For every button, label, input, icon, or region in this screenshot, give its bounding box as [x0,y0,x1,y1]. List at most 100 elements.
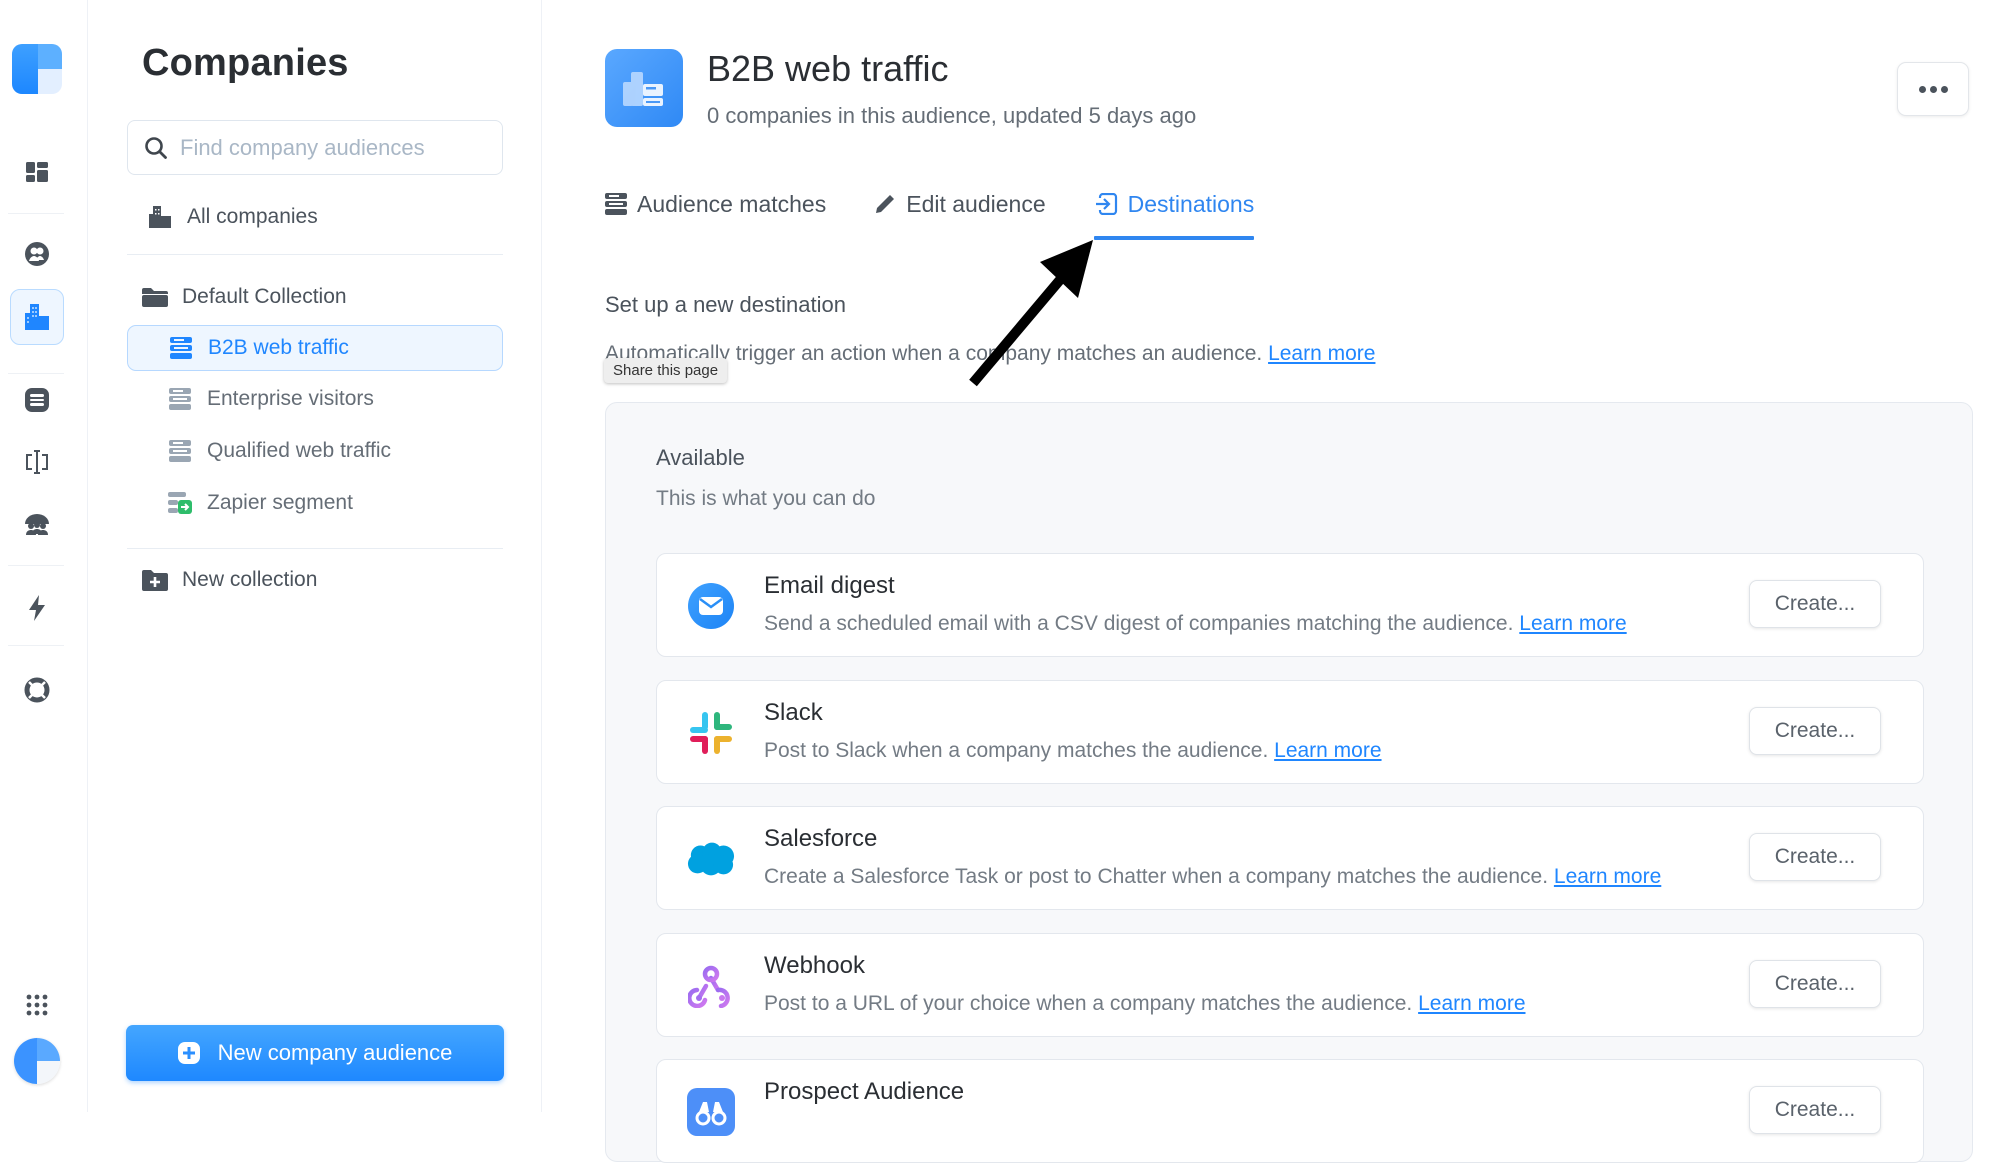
new-collection-button[interactable]: New collection [127,557,503,603]
learn-more-link[interactable]: Learn more [1519,612,1626,635]
audience-list-icon [167,440,193,462]
page-subtitle: 0 companies in this audience, updated 5 … [707,103,1197,128]
rail-divider [8,645,64,646]
search-icon [145,136,167,159]
tab-label: Edit audience [906,190,1046,217]
slack-icon [687,709,735,757]
create-email-digest-button[interactable]: Create... [1749,580,1881,628]
segments-icon[interactable] [18,381,56,419]
new-collection-label: New collection [182,568,318,591]
pencil-icon [874,193,896,215]
available-subtitle: This is what you can do [656,487,876,510]
destination-card-prospect-audience: Prospect Audience Create... [656,1059,1924,1163]
main-content: B2B web traffic 0 companies in this audi… [542,0,1999,1163]
panel-title: Companies [142,42,349,84]
search-input[interactable] [180,134,480,161]
salesforce-icon [687,835,735,883]
learn-more-link[interactable]: Learn more [1268,342,1375,365]
tab-label: Audience matches [637,190,827,217]
folder-plus-icon [142,569,168,591]
tab-audience-matches[interactable]: Audience matches [605,185,826,223]
create-prospect-audience-button[interactable]: Create... [1749,1086,1881,1134]
more-dot-icon [1940,85,1948,93]
companies-panel: Companies All companies Default Collecti… [88,0,542,1112]
destination-description-text: Post to Slack when a company matches the… [764,739,1269,762]
tab-label: Destinations [1127,190,1255,217]
user-avatar[interactable] [14,1038,60,1084]
collection-default[interactable]: Default Collection [127,274,503,320]
panel-divider [127,548,503,549]
binoculars-icon [687,1088,735,1136]
destination-description-text: Post to a URL of your choice when a comp… [764,992,1413,1015]
available-title: Available [656,445,745,470]
zapier-segment-icon [167,492,193,514]
panel-divider [127,254,503,255]
destination-title: Slack [764,699,823,726]
destination-description: Post to Slack when a company matches the… [764,739,1382,763]
dashboard-icon[interactable] [18,153,56,191]
audience-item-zapier-segment[interactable]: Zapier segment [127,480,503,526]
destination-description: Post to a URL of your choice when a comp… [764,992,1526,1016]
folder-icon [142,287,168,307]
nav-all-companies[interactable]: All companies [127,194,503,240]
destination-description-text: Create a Salesforce Task or post to Chat… [764,865,1549,888]
building-icon [147,206,173,228]
more-actions-button[interactable] [1897,62,1969,116]
create-webhook-button[interactable]: Create... [1749,960,1881,1008]
app-logo[interactable] [12,44,62,94]
audience-item-qualified-web-traffic[interactable]: Qualified web traffic [127,428,503,474]
destination-title: Salesforce [764,825,878,852]
audience-list-icon [167,388,193,410]
webhook-icon [687,962,735,1010]
app-rail [0,0,88,1112]
companies-icon[interactable] [10,289,64,345]
available-destinations-panel: Available This is what you can do Email … [605,402,1973,1163]
learn-more-link[interactable]: Learn more [1554,865,1661,888]
lifebuoy-icon[interactable] [18,671,56,709]
search-box[interactable] [127,120,503,175]
create-salesforce-button[interactable]: Create... [1749,833,1881,881]
list-icon [605,193,627,215]
create-slack-button[interactable]: Create... [1749,707,1881,755]
audience-label: Enterprise visitors [207,387,374,410]
destination-card-webhook: Webhook Post to a URL of your choice whe… [656,933,1924,1037]
plus-icon [177,1042,200,1064]
rail-divider [8,213,64,214]
destination-icon [1094,193,1118,215]
audience-label: Qualified web traffic [207,439,392,462]
team-icon[interactable] [18,505,56,543]
learn-more-link[interactable]: Learn more [1418,992,1525,1015]
audience-label: Zapier segment [207,491,353,514]
apps-grid-icon[interactable] [18,986,56,1024]
learn-more-link[interactable]: Learn more [1274,739,1381,762]
destination-title: Prospect Audience [764,1078,965,1105]
section-title: Set up a new destination [605,292,846,317]
tab-edit-audience[interactable]: Edit audience [874,185,1046,223]
rail-divider [8,373,64,374]
collection-label: Default Collection [182,285,347,308]
more-dot-icon [1929,85,1937,93]
share-tooltip: Share this page [604,358,728,383]
audience-icon [605,49,683,127]
text-cursor-icon[interactable] [18,443,56,481]
page-title: B2B web traffic [707,48,949,89]
rail-divider [8,565,64,566]
email-icon [687,582,735,630]
tab-destinations[interactable]: Destinations [1093,185,1255,240]
new-company-audience-button[interactable]: New company audience [126,1025,504,1081]
tab-bar: Audience matches Edit audience Destinati… [605,185,1302,241]
destination-card-slack: Slack Post to Slack when a company match… [656,680,1924,784]
destination-card-salesforce: Salesforce Create a Salesforce Task or p… [656,806,1924,910]
more-dot-icon [1918,85,1926,93]
people-icon[interactable] [18,235,56,273]
audience-list-icon [168,337,194,359]
audience-item-b2b-web-traffic[interactable]: B2B web traffic [127,325,503,371]
bolt-icon[interactable] [18,589,56,627]
audience-item-enterprise-visitors[interactable]: Enterprise visitors [127,376,503,422]
destination-card-email-digest: Email digest Send a scheduled email with… [656,553,1924,657]
new-audience-label: New company audience [217,1040,453,1065]
destination-description: Create a Salesforce Task or post to Chat… [764,865,1661,889]
destination-description-text: Send a scheduled email with a CSV digest… [764,612,1514,635]
destination-title: Email digest [764,572,895,599]
destination-title: Webhook [764,952,865,979]
